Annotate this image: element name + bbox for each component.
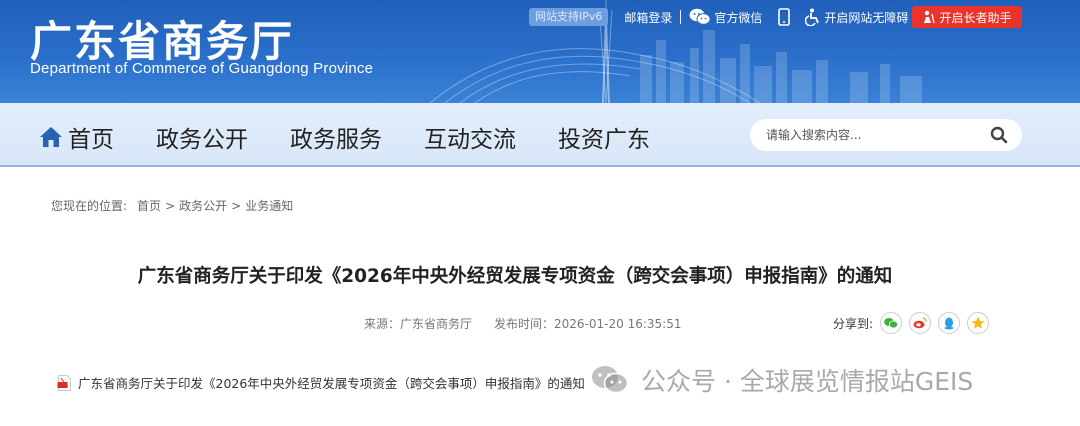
- search-input[interactable]: [766, 128, 986, 142]
- nav-item-government-services[interactable]: 政务服务: [290, 120, 382, 154]
- nav-item-label: 政务服务: [290, 127, 382, 153]
- share-bar: 分享到:: [833, 312, 990, 334]
- nav-item-interaction[interactable]: 互动交流: [424, 120, 516, 154]
- qq-icon[interactable]: [938, 312, 961, 334]
- attachment-label: 广东省商务厅关于印发《2026年中央外经贸发展专项资金（跨交会事项）申报指南》的…: [78, 376, 585, 391]
- pdf-icon: [57, 374, 72, 391]
- breadcrumb-government-affairs[interactable]: 政务公开: [179, 197, 227, 214]
- watermark-text: 公众号 · 全球展览情报站GEIS: [641, 367, 974, 396]
- accessibility-link[interactable]: 开启网站无障碍: [805, 8, 908, 26]
- wechat-icon[interactable]: [880, 312, 903, 334]
- wechat-official-account-icon: [591, 364, 629, 396]
- search-box: [750, 119, 1022, 151]
- nav-item-government-affairs[interactable]: 政务公开: [156, 120, 248, 154]
- breadcrumb-prefix: 您现在的位置:: [51, 199, 128, 213]
- article-meta: 来源：广东省商务厅 发布时间：2026-01-20 16:35:51: [364, 315, 685, 332]
- site-subtitle: Department of Commerce of Guangdong Prov…: [30, 60, 374, 77]
- mobile-icon: [778, 8, 791, 26]
- nav-item-label: 政务公开: [156, 127, 248, 153]
- mailbox-login-label: 邮箱登录: [624, 10, 673, 25]
- breadcrumb-separator: >: [231, 198, 242, 213]
- attachment-link[interactable]: 广东省商务厅关于印发《2026年中央外经贸发展专项资金（跨交会事项）申报指南》的…: [57, 373, 585, 392]
- home-icon: [38, 125, 64, 149]
- article-source: 来源：广东省商务厅: [364, 317, 473, 331]
- article-publish-time: 发布时间：2026-01-20 16:35:51: [494, 317, 682, 331]
- breadcrumb-separator: >: [165, 198, 176, 213]
- nav-item-label: 首页: [68, 127, 114, 153]
- elder-icon: [922, 10, 936, 24]
- accessibility-icon: [805, 8, 821, 26]
- qzone-icon[interactable]: [967, 312, 990, 334]
- mobile-version-link[interactable]: [778, 8, 793, 26]
- nav-item-label: 投资广东: [558, 127, 650, 153]
- wechat-icon: [689, 8, 711, 26]
- official-wechat-label: 官方微信: [714, 10, 763, 25]
- nav-item-invest-guangdong[interactable]: 投资广东: [558, 120, 650, 154]
- elder-assistant-label: 开启长者助手: [939, 10, 1012, 25]
- divider: [680, 10, 682, 24]
- mailbox-login-link[interactable]: 邮箱登录: [624, 9, 672, 26]
- header-banner: 广东省商务厅 Department of Commerce of Guangdo…: [0, 0, 1080, 103]
- breadcrumb: 您现在的位置: 首页 > 政务公开 > 业务通知: [51, 197, 293, 214]
- search-icon[interactable]: [990, 126, 1008, 144]
- accessibility-label: 开启网站无障碍: [824, 10, 909, 25]
- weibo-icon[interactable]: [909, 312, 932, 334]
- nav-item-home[interactable]: 首页: [38, 120, 114, 154]
- share-label: 分享到:: [833, 316, 874, 331]
- breadcrumb-business-notice[interactable]: 业务通知: [245, 197, 293, 214]
- ipv6-badge: 网站支持IPv6: [529, 8, 609, 26]
- watermark: 公众号 · 全球展览情报站GEIS: [591, 362, 973, 398]
- elder-assistant-button[interactable]: 开启长者助手: [912, 6, 1022, 28]
- nav-item-label: 互动交流: [424, 127, 516, 153]
- official-wechat-link[interactable]: 官方微信: [689, 8, 762, 26]
- top-utility-links: 网站支持IPv6 邮箱登录 官方微信 开启网站无障碍: [529, 6, 908, 28]
- breadcrumb-home[interactable]: 首页: [137, 197, 161, 214]
- article-title: 广东省商务厅关于印发《2026年中央外经贸发展专项资金（跨交会事项）申报指南》的…: [137, 266, 893, 287]
